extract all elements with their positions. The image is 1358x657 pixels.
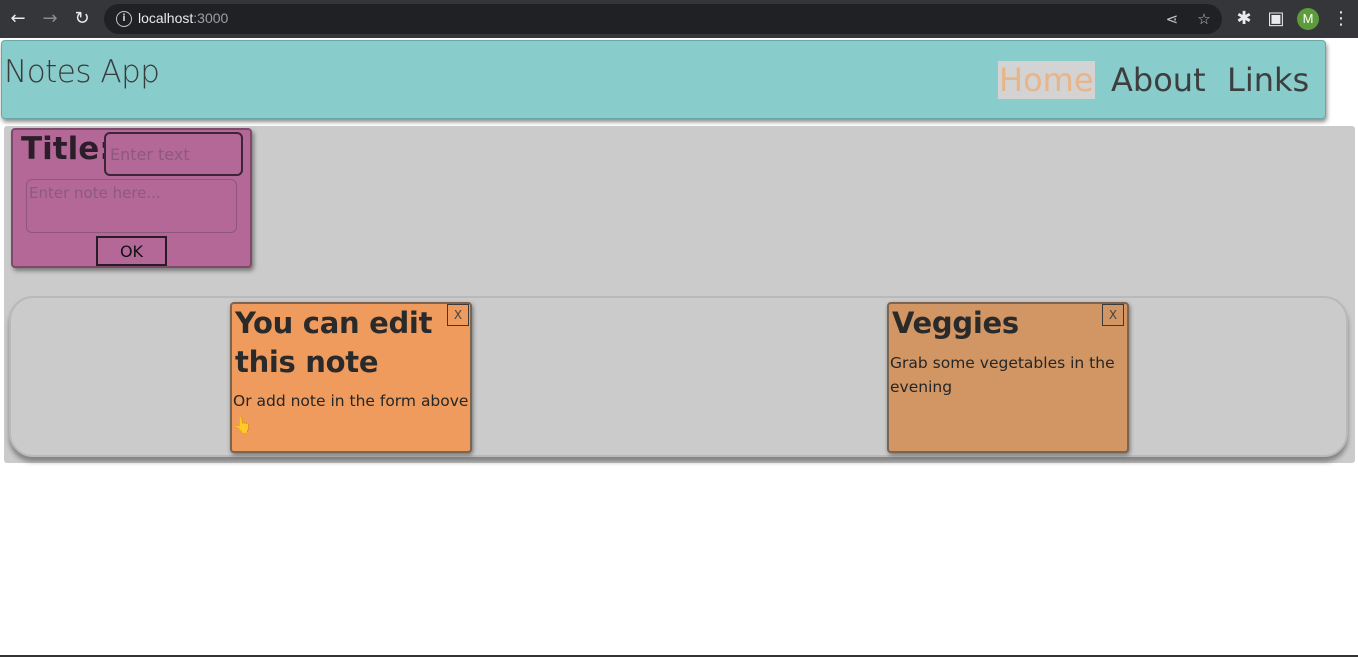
address-bar[interactable]: i localhost:3000 ⋖ ☆ — [104, 4, 1222, 34]
avatar[interactable]: M — [1297, 8, 1319, 30]
title-input[interactable] — [104, 132, 243, 176]
nav-links[interactable]: Links — [1227, 61, 1309, 99]
url-port: :3000 — [193, 10, 229, 26]
forward-arrow-icon[interactable]: → — [38, 7, 62, 31]
share-icon[interactable]: ⋖ — [1161, 8, 1183, 30]
close-note-button[interactable]: X — [1102, 304, 1124, 326]
note-card[interactable]: Veggies Grab some vegetables in the even… — [887, 302, 1129, 453]
note-textarea[interactable] — [26, 179, 237, 233]
browser-toolbar: ← → ↻ i localhost:3000 ⋖ ☆ ✱ ▣ M ⋮ — [0, 0, 1358, 38]
more-menu-icon[interactable]: ⋮ — [1329, 7, 1353, 31]
note-title[interactable]: You can edit this note — [235, 304, 441, 382]
url-text[interactable]: localhost:3000 — [138, 10, 228, 26]
notes-container — [9, 296, 1348, 457]
nav-home[interactable]: Home — [998, 61, 1095, 99]
nav-about[interactable]: About — [1111, 61, 1206, 99]
app-header: Notes App Home About Links — [1, 40, 1326, 119]
ok-button[interactable]: OK — [96, 236, 167, 266]
star-icon[interactable]: ☆ — [1193, 8, 1215, 30]
back-arrow-icon[interactable]: ← — [6, 7, 30, 31]
extensions-icon[interactable]: ✱ — [1232, 7, 1256, 31]
title-label: Title: — [21, 131, 112, 167]
note-body[interactable]: Or add note in the form above 👆 — [233, 389, 469, 437]
note-body[interactable]: Grab some vegetables in the evening — [890, 351, 1126, 399]
side-panel-icon[interactable]: ▣ — [1264, 7, 1288, 31]
reload-icon[interactable]: ↻ — [70, 7, 94, 31]
note-title[interactable]: Veggies — [892, 304, 1098, 343]
close-note-button[interactable]: X — [447, 304, 469, 326]
note-form: Title: OK — [11, 128, 252, 268]
url-host: localhost — [138, 10, 194, 26]
app-title: Notes App — [4, 54, 160, 90]
info-icon[interactable]: i — [116, 11, 132, 27]
note-card[interactable]: You can edit this note Or add note in th… — [230, 302, 472, 453]
